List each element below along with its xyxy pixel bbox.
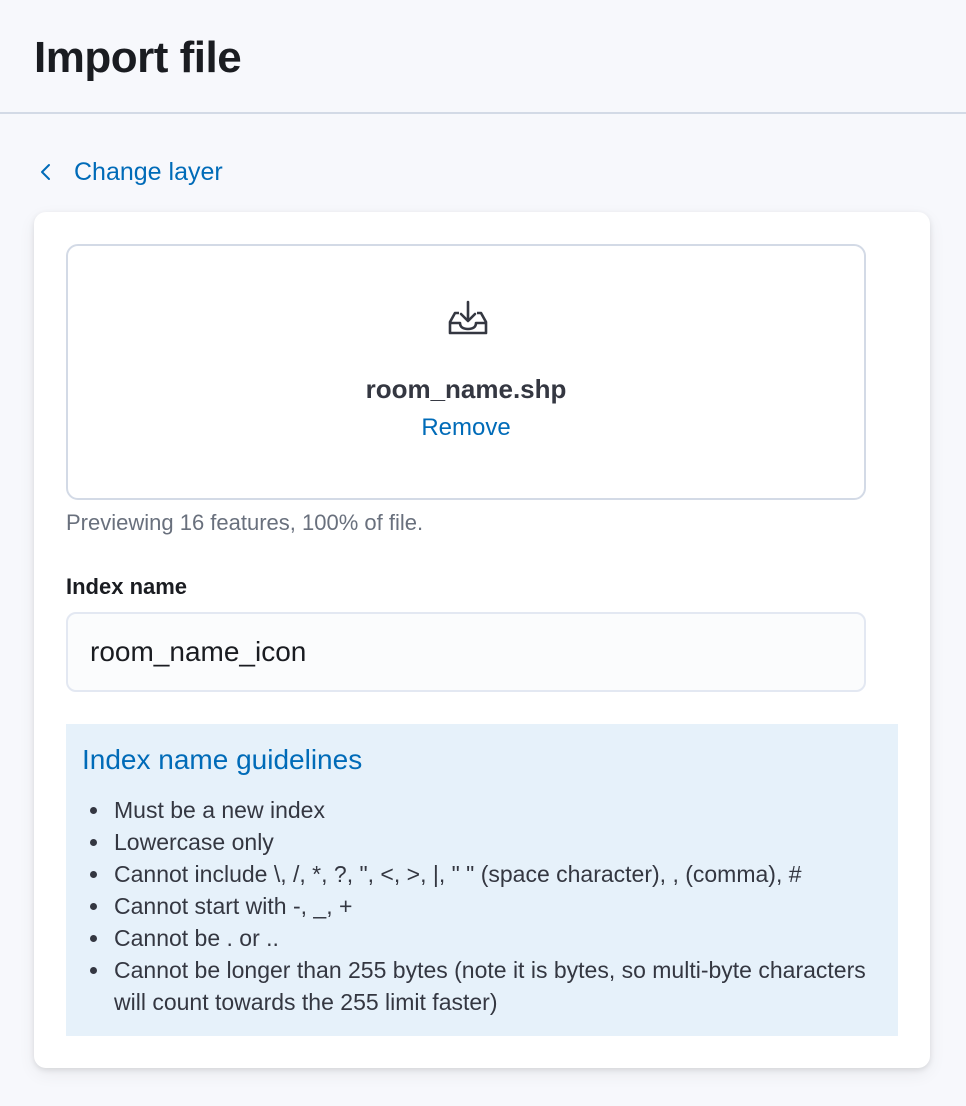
guidelines-list: Must be a new index Lowercase only Canno… xyxy=(82,794,882,1018)
guideline-item: Lowercase only xyxy=(90,826,882,858)
import-icon xyxy=(448,300,488,335)
page-header: Import file xyxy=(0,0,966,114)
import-card: room_name.shp Remove Previewing 16 featu… xyxy=(34,212,930,1068)
guideline-item: Cannot be longer than 255 bytes (note it… xyxy=(90,954,882,1018)
preview-status: Previewing 16 features, 100% of file. xyxy=(66,510,424,535)
guideline-item: Cannot start with -, _, + xyxy=(90,890,882,922)
index-name-label: Index name xyxy=(66,574,188,599)
chevron-left-icon xyxy=(41,164,50,180)
index-name-input[interactable] xyxy=(66,612,866,692)
change-layer-link[interactable]: Change layer xyxy=(36,154,223,190)
file-dropzone[interactable]: room_name.shp Remove xyxy=(66,244,866,500)
guideline-item: Cannot include \, /, *, ?, ", <, >, |, "… xyxy=(90,858,882,890)
page-title: Import file xyxy=(34,33,242,82)
guideline-item: Must be a new index xyxy=(90,794,882,826)
file-name: room_name.shp xyxy=(365,374,567,404)
change-layer-label: Change layer xyxy=(74,157,223,186)
index-name-guidelines-callout: Index name guidelines Must be a new inde… xyxy=(66,724,898,1036)
guidelines-title: Index name guidelines xyxy=(82,744,363,775)
remove-file-button[interactable]: Remove xyxy=(68,414,864,442)
guideline-item: Cannot be . or .. xyxy=(90,922,882,954)
